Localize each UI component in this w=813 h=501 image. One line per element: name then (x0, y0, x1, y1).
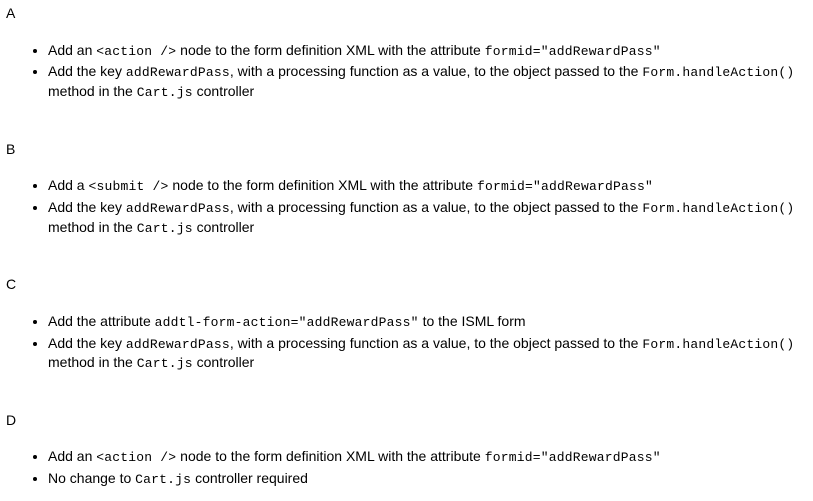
code-span: formid="addRewardPass" (485, 44, 661, 59)
code-span: Cart.js (137, 221, 193, 236)
option-b: B Add a <submit /> node to the form defin… (6, 140, 807, 238)
code-span: Form.handleAction() (642, 65, 794, 80)
code-span: <submit /> (88, 179, 168, 194)
bullet-item: Add the key addRewardPass, with a proces… (48, 198, 807, 237)
option-d: D Add an <action /> node to the form defi… (6, 411, 807, 489)
option-bullets: Add an <action /> node to the form defin… (6, 41, 807, 102)
option-bullets: Add an <action /> node to the form defin… (6, 447, 807, 488)
bullet-item: Add the attribute addtl-form-action="add… (48, 312, 807, 332)
code-span: Form.handleAction() (642, 337, 794, 352)
code-span: <action /> (96, 44, 176, 59)
answer-options: A Add an <action /> node to the form defi… (6, 4, 807, 489)
option-label: A (6, 4, 807, 23)
code-span: formid="addRewardPass" (485, 450, 661, 465)
code-span: <action /> (96, 450, 176, 465)
code-span: Form.handleAction() (642, 201, 794, 216)
code-span: Cart.js (137, 356, 193, 371)
code-span: addRewardPass (126, 65, 230, 80)
bullet-item: No change to Cart.js controller required (48, 469, 807, 489)
code-span: Cart.js (137, 85, 193, 100)
bullet-item: Add the key addRewardPass, with a proces… (48, 62, 807, 101)
option-label: C (6, 275, 807, 294)
option-bullets: Add a <submit /> node to the form defini… (6, 176, 807, 237)
option-c: C Add the attribute addtl-form-action="ad… (6, 275, 807, 373)
bullet-item: Add the key addRewardPass, with a proces… (48, 334, 807, 373)
bullet-item: Add an <action /> node to the form defin… (48, 41, 807, 61)
code-span: addRewardPass (126, 201, 230, 216)
bullet-item: Add a <submit /> node to the form defini… (48, 176, 807, 196)
code-span: Cart.js (135, 472, 191, 487)
code-span: formid="addRewardPass" (477, 179, 653, 194)
option-bullets: Add the attribute addtl-form-action="add… (6, 312, 807, 373)
code-span: addRewardPass (126, 337, 230, 352)
option-a: A Add an <action /> node to the form defi… (6, 4, 807, 102)
code-span: addtl-form-action="addRewardPass" (155, 315, 419, 330)
option-label: D (6, 411, 807, 430)
option-label: B (6, 140, 807, 159)
bullet-item: Add an <action /> node to the form defin… (48, 447, 807, 467)
